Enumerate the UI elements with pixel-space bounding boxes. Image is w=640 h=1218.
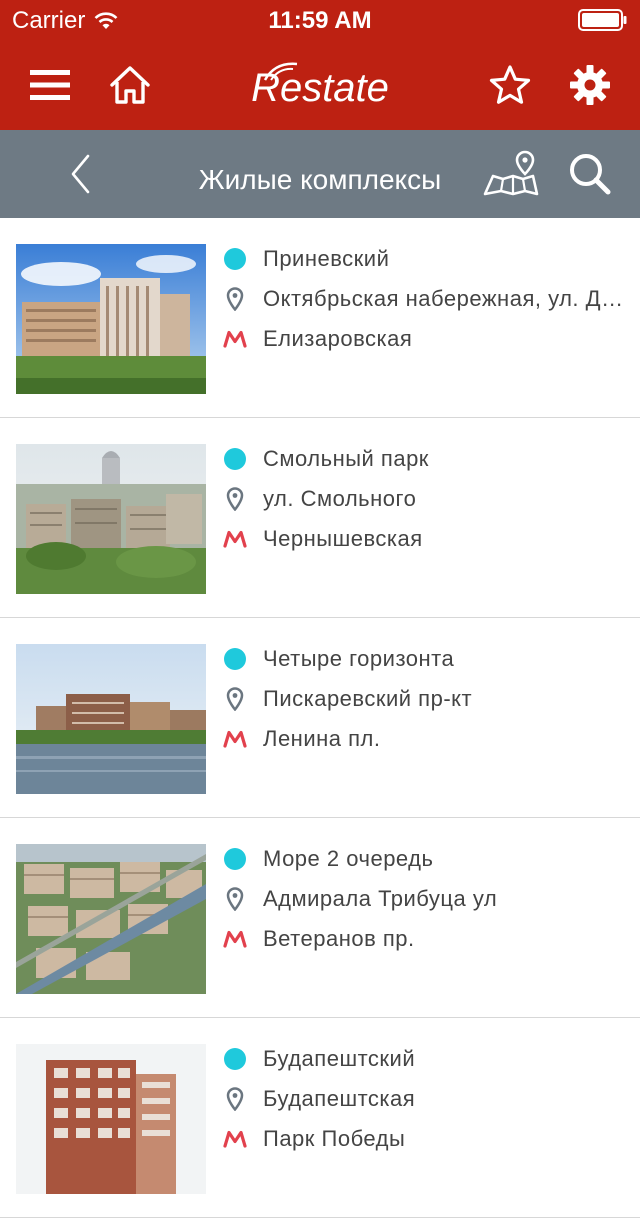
location-pin-icon [226,287,244,311]
brand-logo: Restate [0,58,640,118]
list-item[interactable]: Море 2 очередь Адмирала Трибуца ул Ветер… [0,818,640,1018]
status-dot-icon [224,248,246,270]
complex-metro: Ленина пл. [263,726,381,751]
complex-photo [16,644,206,794]
complex-name: Море 2 очередь [263,846,434,871]
complex-metro-row: Елизаровская [222,319,626,359]
list-item[interactable]: Смольный парк ул. Смольного Чернышевская [0,418,640,618]
nav-bar: Restate [0,40,640,130]
battery-icon [578,9,628,36]
location-pin-icon [226,687,244,711]
search-button[interactable] [560,130,620,218]
complex-name-row: Приневский [222,239,626,279]
complex-photo [16,1044,206,1194]
complex-address: Будапештская [263,1086,416,1111]
complex-metro: Ветеранов пр. [263,926,415,951]
search-icon [570,154,611,195]
back-button[interactable] [56,130,104,218]
metro-icon [223,530,247,548]
map-pin-icon [483,150,539,196]
complex-photo [16,444,206,594]
complex-address-row: Пискаревский пр-кт [222,679,626,719]
complex-list: Приневский Октябрьская набережная, ул. Д… [0,218,640,1218]
status-dot-icon [224,1048,246,1070]
complex-address-row: ул. Смольного [222,479,626,519]
metro-icon [223,1130,247,1148]
map-button[interactable] [480,130,540,218]
chevron-left-icon [71,154,90,194]
complex-address: Октябрьская набережная, ул. Дальневосточ… [263,286,626,311]
list-item[interactable]: Будапештский Будапештская Парк Победы [0,1018,640,1218]
status-dot-icon [224,648,246,670]
clock: 11:59 AM [268,7,372,34]
complex-name: Четыре горизонта [263,646,455,671]
metro-icon [223,330,247,348]
complex-name-row: Море 2 очередь [222,839,626,879]
complex-metro-row: Чернышевская [222,519,626,559]
complex-name-row: Будапештский [222,1039,626,1079]
location-pin-icon [226,1087,244,1111]
complex-name: Смольный парк [263,446,429,471]
star-icon [489,65,531,104]
complex-address-row: Адмирала Трибуца ул [222,879,626,919]
complex-name: Будапештский [263,1046,416,1071]
status-dot-icon [224,448,246,470]
complex-name: Приневский [263,246,390,271]
metro-icon [223,730,247,748]
metro-icon [223,930,247,948]
complex-address-row: Будапештская [222,1079,626,1119]
status-bar: Carrier 11:59 AM [0,0,640,40]
complex-address: Адмирала Трибуца ул [263,886,498,911]
complex-photo [16,244,206,394]
complex-name-row: Четыре горизонта [222,639,626,679]
complex-metro-row: Ленина пл. [222,719,626,759]
list-item[interactable]: Четыре горизонта Пискаревский пр-кт Лени… [0,618,640,818]
complex-address: Пискаревский пр-кт [263,686,473,711]
list-item[interactable]: Приневский Октябрьская набережная, ул. Д… [0,218,640,418]
favorites-button[interactable] [478,40,542,130]
complex-metro-row: Парк Победы [222,1119,626,1159]
status-dot-icon [224,848,246,870]
complex-metro: Чернышевская [263,526,423,551]
complex-metro: Елизаровская [263,326,413,351]
page-title: Жилые комплексы [198,164,442,195]
location-pin-icon [226,487,244,511]
complex-address-row: Октябрьская набережная, ул. Дальневосточ… [222,279,626,319]
section-header: Жилые комплексы [0,130,640,218]
complex-metro-row: Ветеранов пр. [222,919,626,959]
complex-metro: Парк Победы [263,1126,406,1151]
settings-button[interactable] [558,40,622,130]
logo-swoosh-icon [263,62,298,81]
complex-photo [16,844,206,994]
gear-icon [570,65,610,105]
complex-name-row: Смольный парк [222,439,626,479]
location-pin-icon [226,887,244,911]
complex-address: ул. Смольного [263,486,417,511]
